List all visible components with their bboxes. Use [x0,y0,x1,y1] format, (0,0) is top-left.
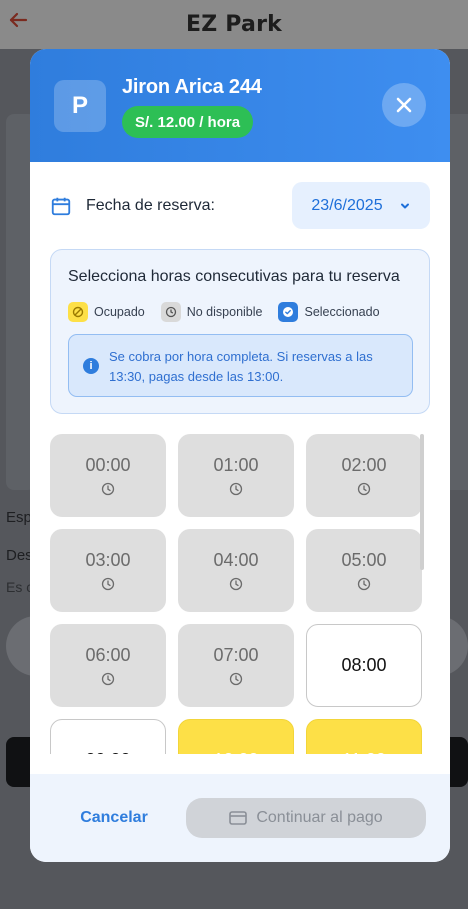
billing-note: i Se cobra por hora completa. Si reserva… [68,334,413,397]
clock-icon [160,302,181,322]
time-slot-label: 02:00 [341,455,387,475]
time-slot: 01:00 [178,434,294,517]
close-button[interactable] [382,83,426,127]
legend-occupied: Ocupado [68,302,145,322]
time-slot: 05:00 [306,529,422,612]
time-slot: 07:00 [178,624,294,707]
clock-icon [229,482,243,496]
time-slot-label: 01:00 [213,455,259,475]
date-row: Fecha de reserva: 23/6/2025 [50,182,430,230]
time-slot-label: 11:00 [342,750,386,754]
spot-name: Jiron Arica 244 [122,76,262,98]
time-slot: 02:00 [306,434,422,517]
time-slot[interactable]: 09:00 [50,719,166,754]
info-panel: Selecciona horas consecutivas para tu re… [50,249,430,414]
occupied-icon [68,302,88,322]
continue-label: Continuar al pago [256,809,383,826]
time-slot: 11:00 [306,719,422,754]
info-title: Selecciona horas consecutivas para tu re… [68,268,400,285]
reservation-modal: P Jiron Arica 244 S/. 12.00 / hora Fecha… [30,49,450,862]
time-slot: 06:00 [50,624,166,707]
time-slot-label: 09:00 [85,750,130,754]
cancel-button[interactable]: Cancelar [70,798,158,838]
clock-icon [101,577,115,591]
price-badge: S/. 12.00 / hora [122,106,254,138]
background-text: Des [6,547,33,564]
time-slot-label: 00:00 [85,455,131,475]
time-slot-label: 10:00 [213,750,258,754]
app-header: EZ Park [0,0,468,49]
time-slot: 00:00 [50,434,166,517]
clock-icon [101,672,115,686]
time-slot-label: 08:00 [341,655,387,675]
time-slot-label: 06:00 [85,645,131,665]
time-slot: 10:00 [178,719,294,754]
time-slot-grid: 00:00 01:00 02:00 03:00 04:00 05:00 06:00 07:00… [50,434,428,754]
check-icon [278,302,299,322]
date-label: Fecha de reserva: [86,197,215,214]
time-slot-label: 05:00 [341,550,387,570]
legend-selected: Seleccionado [278,302,380,322]
continue-to-payment-button[interactable]: Continuar al pago [186,798,426,838]
close-icon [396,97,412,113]
clock-icon [101,482,115,496]
time-slot: 04:00 [178,529,294,612]
clock-icon [229,672,243,686]
back-arrow-icon[interactable] [6,8,30,32]
app-title: EZ Park [186,12,282,37]
time-slot[interactable]: 08:00 [306,624,422,707]
legend-unavailable: No disponible [160,302,263,322]
date-select[interactable]: 23/6/2025 [292,182,430,229]
clock-icon [229,577,243,591]
legend-label: No disponible [186,305,263,319]
time-slot-label: 03:00 [85,550,131,570]
legend-label: Ocupado [94,305,145,319]
legend: Ocupado No disponible Seleccionado [68,302,396,322]
modal-footer: Cancelar Continuar al pago [30,774,450,862]
parking-badge: P [54,80,106,132]
clock-icon [357,482,371,496]
calendar-icon [51,197,71,216]
scrollbar[interactable] [420,434,424,570]
credit-card-icon [229,811,248,825]
time-slot-label: 04:00 [213,550,259,570]
info-icon: i [83,358,99,374]
time-slot-label: 07:00 [213,645,259,665]
billing-note-text: Se cobra por hora completa. Si reservas … [109,349,373,384]
modal-header: P Jiron Arica 244 S/. 12.00 / hora [30,49,450,162]
time-slot: 03:00 [50,529,166,612]
background-text: Esp [6,509,32,526]
legend-label: Seleccionado [304,305,380,319]
chevron-down-icon [400,203,409,208]
clock-icon [357,577,371,591]
date-value: 23/6/2025 [311,196,383,214]
